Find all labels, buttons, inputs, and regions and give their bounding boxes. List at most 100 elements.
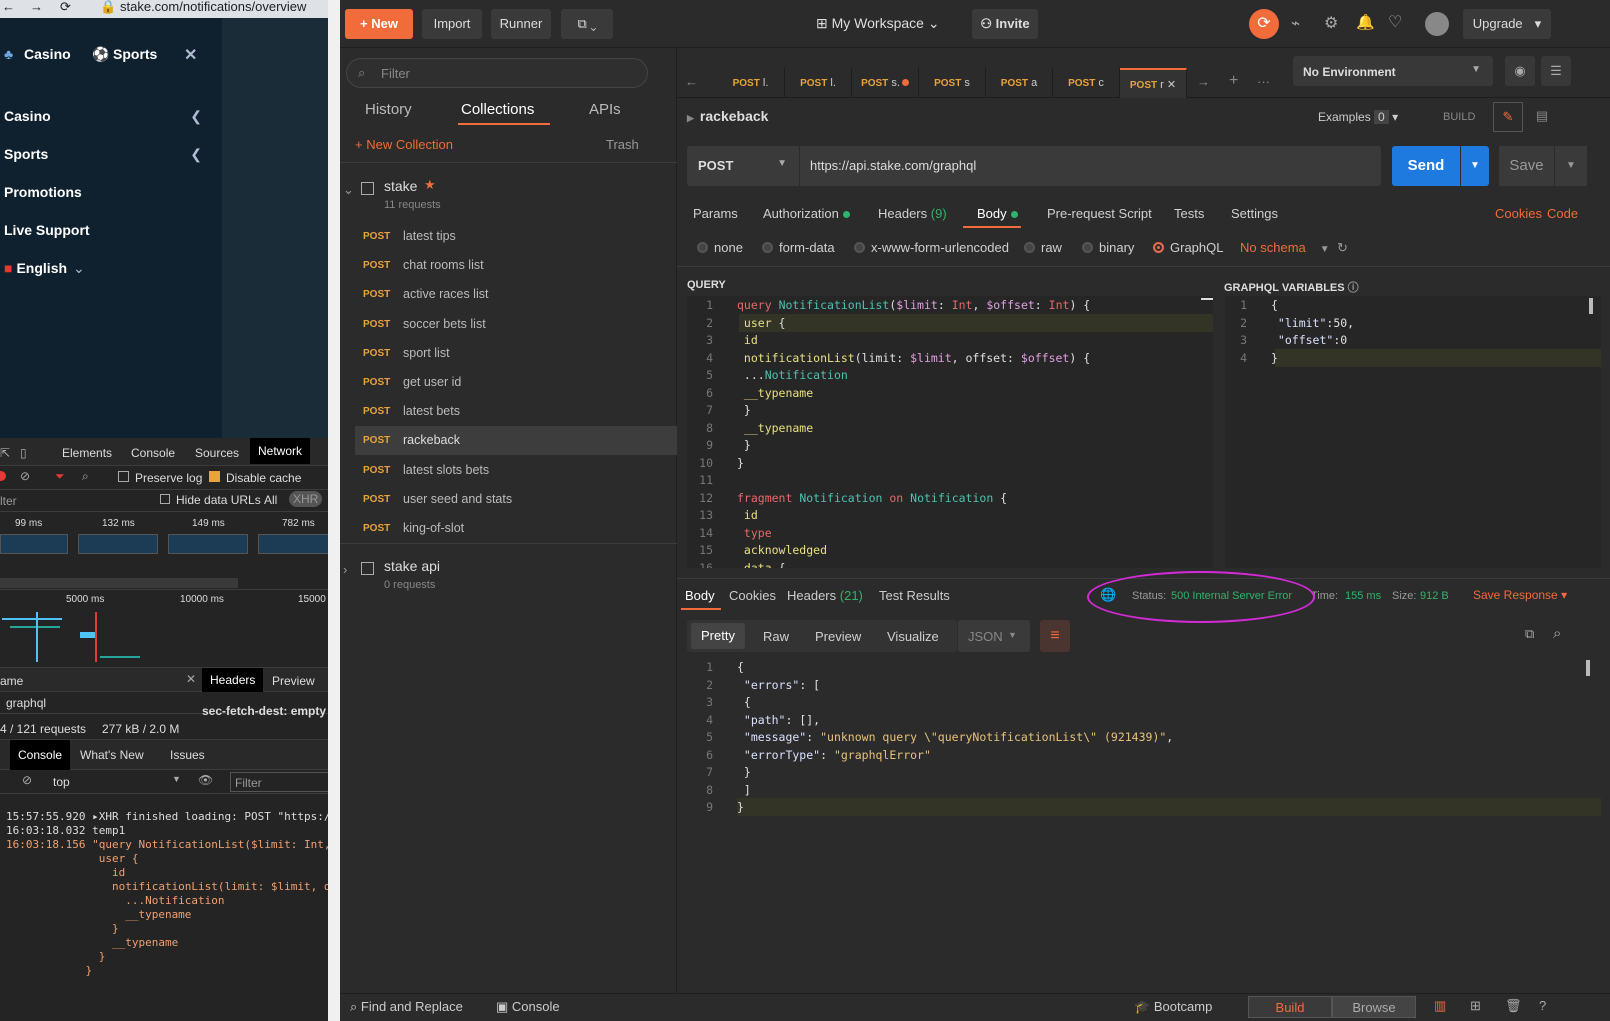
comment-icon[interactable]: ▤	[1527, 102, 1557, 132]
save-options-icon[interactable]: ▼	[1555, 146, 1587, 186]
info-icon[interactable]: ⓘ	[1348, 282, 1359, 294]
response-body[interactable]: 1{ 2 "errors": [ 3 { 4 "path": [], 5 "me…	[687, 658, 1601, 858]
nav-live-support[interactable]: Live Support	[4, 222, 204, 238]
code-link[interactable]: Code	[1547, 206, 1578, 221]
request-tab-active[interactable]: POST r ✕	[1120, 68, 1187, 98]
filter-all[interactable]: All	[264, 493, 277, 507]
wrap-lines-icon[interactable]: ≡	[1040, 620, 1070, 652]
scrollbar[interactable]	[1586, 660, 1590, 676]
trash-link[interactable]: Trash	[606, 137, 639, 152]
edit-pencil-icon[interactable]: ✎	[1493, 102, 1523, 132]
record-icon[interactable]	[0, 471, 6, 481]
satellite-icon[interactable]: ⌁	[1291, 14, 1300, 32]
nav-language[interactable]: ■ English ⌄	[4, 260, 204, 277]
tab-body[interactable]: Body	[977, 206, 1018, 221]
import-button[interactable]: Import	[422, 9, 482, 39]
schema-select[interactable]: No schema ▼	[1240, 240, 1330, 255]
method-select[interactable]: POST ▼	[687, 146, 799, 186]
cookies-link[interactable]: Cookies	[1495, 206, 1542, 221]
tab-settings[interactable]: Settings	[1231, 206, 1278, 221]
radio-binary[interactable]: binary	[1082, 240, 1134, 255]
request-tab[interactable]: POST s	[919, 68, 986, 98]
search-icon[interactable]: ⌕	[82, 469, 89, 484]
bootcamp-button[interactable]: 🎓 Bootcamp	[1134, 999, 1212, 1015]
new-button[interactable]: + New	[345, 9, 413, 39]
radio-form-data[interactable]: form-data	[762, 240, 835, 255]
back-icon[interactable]: ←	[2, 0, 15, 14]
refresh-icon[interactable]: ↻	[1337, 240, 1348, 256]
forward-icon[interactable]: →	[30, 0, 43, 14]
eye-icon[interactable]: ◉	[1505, 56, 1535, 86]
sidebar-request-item[interactable]: POST latest bets	[355, 397, 677, 426]
arrow-left-icon[interactable]: ←	[685, 74, 698, 89]
sidebar-request-item[interactable]: POST chat rooms list	[355, 251, 677, 280]
trash-icon[interactable]: 🗑	[1505, 998, 1522, 1014]
filter-xhr[interactable]: XHR	[289, 491, 323, 507]
build-mode-button[interactable]: Build	[1248, 996, 1332, 1018]
sliders-icon[interactable]: ☰	[1541, 56, 1571, 86]
response-tab-body[interactable]: Body	[685, 588, 715, 603]
clear-icon[interactable]: ⊘	[20, 469, 30, 483]
save-button[interactable]: Save	[1499, 146, 1554, 186]
search-icon[interactable]: ⌕	[1553, 625, 1561, 642]
nav-casino[interactable]: Casino ❮	[4, 108, 204, 124]
browse-mode-button[interactable]: Browse	[1332, 996, 1416, 1018]
close-icon[interactable]: ✕	[184, 45, 197, 65]
find-replace-button[interactable]: ⌕ Find and Replace	[350, 999, 463, 1015]
request-name[interactable]: rackeback	[700, 108, 769, 124]
collection-stake-api[interactable]: › stake api 0 requests	[340, 546, 677, 594]
filmstrip-scrollbar[interactable]	[0, 578, 238, 588]
sports-tab[interactable]: Sports	[113, 46, 157, 62]
filmstrip-frame[interactable]	[0, 534, 68, 554]
upgrade-button[interactable]: Upgrade ▾	[1463, 9, 1551, 39]
collection-stake[interactable]: ⌄ stake ★ 11 requests	[340, 166, 677, 214]
request-tab[interactable]: POST s.	[852, 68, 919, 98]
arrow-right-icon[interactable]: →	[1197, 74, 1210, 89]
detail-tab-headers[interactable]: Headers	[202, 668, 264, 692]
hide-data-urls-checkbox[interactable]	[160, 494, 170, 504]
sidebar-request-item[interactable]: POST active races list	[355, 280, 677, 309]
device-icon[interactable]: ▯	[20, 446, 27, 460]
radio-x-www-form-urlencoded[interactable]: x-www-form-urlencoded	[854, 240, 1009, 255]
sidebar-request-item[interactable]: POST user seed and stats	[355, 485, 677, 514]
console-button[interactable]: ▣ Console	[496, 999, 560, 1015]
filmstrip-frame[interactable]	[258, 534, 338, 554]
casino-tab[interactable]: Casino	[24, 46, 71, 62]
url-text[interactable]: stake.com/notifications/overview	[120, 0, 306, 14]
scrollbar[interactable]	[1589, 298, 1593, 314]
drawer-tab-issues[interactable]: Issues	[170, 748, 205, 762]
inspect-icon[interactable]: ⇱	[0, 446, 10, 460]
clear-console-icon[interactable]: ⊘	[22, 773, 32, 787]
filmstrip-frame[interactable]	[168, 534, 248, 554]
sidebar-filter-input[interactable]: ⌕ Filter	[346, 58, 648, 88]
request-tab[interactable]: POST a	[986, 68, 1053, 98]
console-filter-input[interactable]: Filter	[230, 772, 340, 792]
sidebar-request-item[interactable]: POST latest tips	[355, 222, 677, 251]
request-tab[interactable]: POST l.	[785, 68, 852, 98]
tab-authorization[interactable]: Authorization	[763, 206, 850, 221]
view-raw[interactable]: Raw	[763, 629, 789, 644]
eye-icon[interactable]: 👁	[198, 773, 213, 787]
format-select[interactable]: JSON ▼	[958, 620, 1030, 652]
new-collection-link[interactable]: + New Collection	[355, 137, 453, 152]
radio-none[interactable]: none	[697, 240, 743, 255]
add-tab-icon[interactable]: +	[1229, 72, 1238, 90]
avatar[interactable]	[1425, 12, 1449, 36]
invite-button[interactable]: ⚇ Invite	[972, 9, 1038, 39]
name-column-header[interactable]: ame	[0, 674, 23, 688]
examples-dropdown[interactable]: Examples 0 ▾	[1318, 110, 1398, 124]
response-tab-test-results[interactable]: Test Results	[879, 588, 950, 603]
tab-headers[interactable]: Headers (9)	[878, 206, 947, 221]
response-tab-cookies[interactable]: Cookies	[729, 588, 776, 603]
drawer-tab-whats-new[interactable]: What's New	[80, 748, 144, 762]
response-tab-headers[interactable]: Headers (21)	[787, 588, 863, 603]
close-icon[interactable]: ✕	[1167, 79, 1176, 91]
tab-collections[interactable]: Collections	[461, 101, 534, 118]
reload-icon[interactable]: ⟳	[60, 0, 71, 15]
request-name[interactable]: graphql	[6, 696, 46, 710]
tab-elements[interactable]: Elements	[62, 446, 112, 460]
two-pane-icon[interactable]: ▥	[1434, 998, 1446, 1014]
tab-apis[interactable]: APIs	[589, 101, 621, 118]
radio-graphql[interactable]: GraphQL	[1153, 240, 1223, 255]
query-editor[interactable]: 1 query NotificationList($limit: Int, $of…	[687, 296, 1213, 568]
